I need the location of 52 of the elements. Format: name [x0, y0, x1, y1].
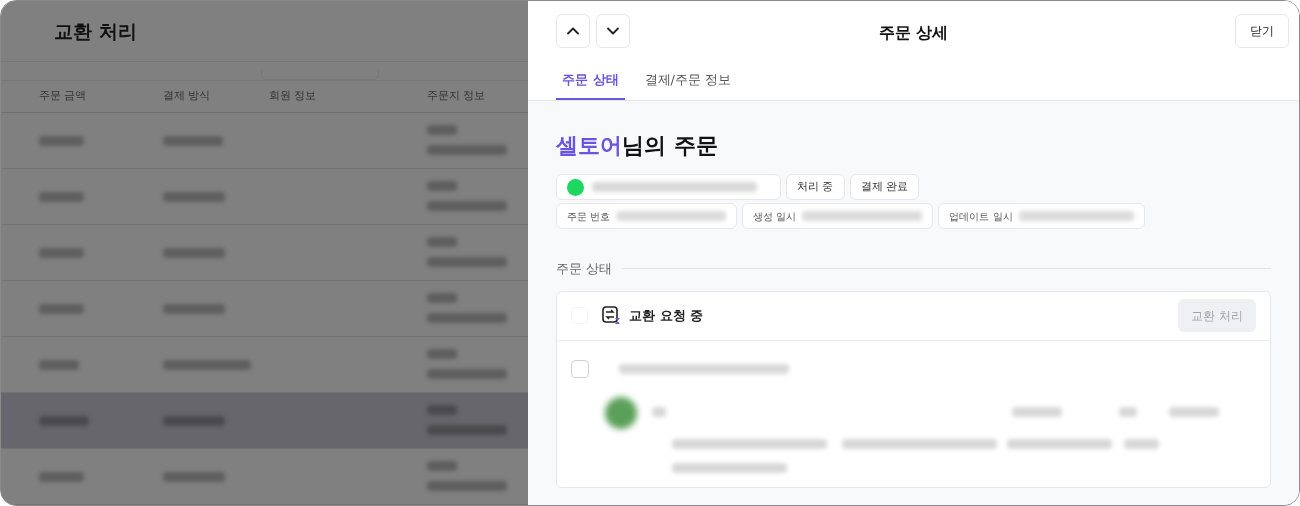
- next-button[interactable]: [596, 14, 630, 48]
- logo-icon: [567, 178, 584, 196]
- redacted-text: [427, 349, 457, 359]
- status-badge: 결제 완료: [849, 174, 919, 200]
- redacted-text: [163, 136, 223, 146]
- redacted-text: [1012, 406, 1062, 417]
- redacted-text: [652, 406, 666, 417]
- customer-name: 셀토어: [556, 132, 622, 160]
- redacted-text: [427, 461, 457, 471]
- redacted-text: [1124, 438, 1159, 449]
- redacted-text: [427, 125, 457, 135]
- redacted-text: [163, 248, 225, 258]
- exchange-pending-icon: [602, 306, 621, 325]
- redacted-text: [1169, 406, 1219, 417]
- column-header: 회원 정보: [269, 88, 317, 105]
- column-header: 결제 방식: [163, 88, 211, 105]
- status-label: 교환 요청 중: [629, 306, 704, 325]
- info-label: 업데이트 일시: [949, 209, 1013, 224]
- redacted-text: [427, 181, 457, 191]
- order-heading: 님의 주문: [622, 132, 718, 160]
- redacted-text: [1119, 406, 1137, 417]
- redacted-text: [39, 472, 84, 482]
- chevron-up-icon: [567, 27, 579, 35]
- table-row[interactable]: [1, 393, 528, 449]
- tab[interactable]: 주문 상태: [556, 61, 625, 100]
- column-header: 주문 금액: [39, 88, 87, 105]
- redacted-text: [163, 304, 225, 314]
- redacted-text: [39, 248, 84, 258]
- info-label: 주문 번호: [567, 209, 611, 224]
- redacted-text: [39, 136, 84, 146]
- status-badge: 처리 중: [786, 174, 845, 200]
- redacted-text: [39, 304, 84, 314]
- redacted-text: [163, 192, 225, 202]
- redacted-text: [427, 405, 457, 415]
- tab[interactable]: 결제/주문 정보: [638, 61, 738, 100]
- drawer-title: 주문 상세: [878, 23, 949, 42]
- redacted-text: [39, 416, 89, 426]
- close-button[interactable]: 닫기: [1235, 14, 1289, 48]
- column-header: 주문지 정보: [427, 88, 486, 105]
- section-title: 주문 상태: [556, 260, 613, 278]
- chevron-down-icon: [607, 27, 619, 35]
- redacted-text: [39, 192, 84, 202]
- redacted-text: [427, 293, 457, 303]
- redacted-text: [163, 416, 225, 426]
- info-label: 생성 일시: [753, 209, 797, 224]
- redacted-text: [163, 472, 225, 482]
- previous-button[interactable]: [556, 14, 590, 48]
- checkbox[interactable]: [571, 359, 589, 378]
- redacted-text: [427, 237, 457, 247]
- page-title: 교환 처리: [54, 18, 137, 44]
- photo-placeholder: [605, 396, 637, 429]
- redacted-text: [39, 360, 79, 370]
